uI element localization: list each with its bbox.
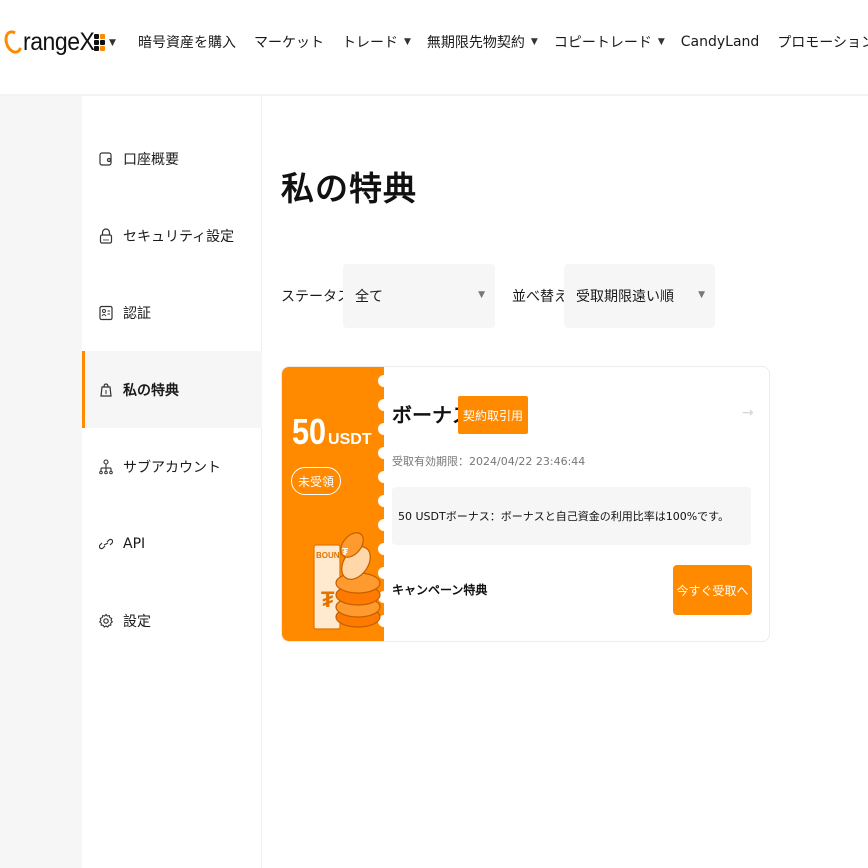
reward-description: 50 USDTボーナス：ボーナスと自己資金の利用比率は100%です。 (392, 487, 751, 545)
status-filter-select[interactable]: 全て ▼ (343, 264, 495, 328)
orangex-logo[interactable]: rangeX (1, 26, 101, 58)
left-gutter (0, 96, 82, 868)
reward-card: 50 USDT 未受領 BOUN ₮ ₮ ボーナス 契約取引用 → 受取有効期限… (281, 366, 770, 642)
reward-amount-unit: USDT (328, 431, 372, 448)
page-title: 私の特典 (281, 169, 417, 208)
nav-item-promotion[interactable]: プロモーション▼ (777, 32, 868, 52)
logo-text: rangeX (23, 27, 95, 56)
caret-down-icon: ▼ (530, 37, 538, 47)
reward-expiry: 受取有効期限：2024/04/22 23:46:44 (392, 455, 586, 468)
nav-item-candyland[interactable]: CandyLand (681, 34, 760, 50)
reward-amount-value: 50 (292, 411, 327, 452)
sub-account-icon (98, 458, 114, 475)
nav-item-perpetual-futures[interactable]: 無期限先物契約 ▼ (427, 32, 538, 52)
top-nav: rangeX ▼ 暗号資産を購入 マーケット トレード ▼ 無期限先物契約 ▼ コピ… (0, 0, 868, 86)
sidebar-item-sub-account[interactable]: サブアカウント (82, 428, 262, 505)
logo-o-mark (1, 27, 26, 57)
apps-grid-icon (94, 34, 105, 52)
nav-item-buy-crypto[interactable]: 暗号資産を購入 (138, 32, 236, 52)
caret-down-icon: ▼ (109, 38, 116, 48)
contract-trade-tag: 契約取引用 (458, 396, 529, 434)
arrow-right-icon[interactable]: → (742, 405, 754, 421)
status-filter-value: 全て (355, 289, 383, 305)
sort-select[interactable]: 受取期限遠い順 ▼ (564, 264, 715, 328)
svg-text:₮: ₮ (342, 547, 348, 558)
sidebar-item-settings[interactable]: 設定 (82, 582, 262, 659)
apps-menu-button[interactable]: ▼ (94, 32, 124, 54)
coin-stack-illustration-icon: BOUN ₮ ₮ (312, 525, 382, 637)
sidebar-item-my-rewards[interactable]: 私の特典 (82, 351, 262, 428)
wallet-icon (98, 151, 114, 167)
caret-down-icon: ▼ (478, 290, 485, 300)
caret-down-icon: ▼ (404, 37, 411, 47)
status-filter-label: ステータス (281, 289, 351, 305)
nav-item-trade[interactable]: トレード ▼ (342, 32, 411, 52)
sort-value: 受取期限遠い順 (576, 289, 674, 305)
id-card-icon (98, 305, 114, 321)
svg-text:₮: ₮ (321, 587, 335, 612)
sidebar-item-account-overview[interactable]: 口座概要 (82, 120, 262, 197)
sidebar-item-api[interactable]: API (82, 505, 262, 582)
campaign-label: キャンペーン特典 (392, 583, 488, 597)
main-nav: 暗号資産を購入 マーケット トレード ▼ 無期限先物契約 ▼ コピートレード ▼ Ca… (138, 30, 868, 54)
status-badge: 未受領 (291, 467, 342, 495)
caret-down-icon: ▼ (657, 37, 665, 47)
nav-item-copy-trade[interactable]: コピートレード ▼ (554, 32, 665, 52)
claim-now-button[interactable]: 今すぐ受取へ (673, 565, 752, 615)
svg-text:BOUN: BOUN (316, 551, 340, 560)
reward-amount: 50 USDT (292, 411, 372, 453)
sidebar-item-verification[interactable]: 認証 (82, 274, 262, 351)
gift-icon (98, 382, 114, 398)
caret-down-icon: ▼ (698, 290, 705, 300)
lock-icon (98, 227, 114, 244)
account-sidebar: 口座概要 セキュリティ設定 認証 私の特典 サブアカウント API 設定 (82, 96, 262, 868)
sidebar-item-security[interactable]: セキュリティ設定 (82, 197, 262, 274)
sort-label: 並べ替え (512, 289, 568, 305)
nav-item-market[interactable]: マーケット (254, 32, 324, 52)
link-icon (98, 536, 114, 552)
gear-icon (98, 613, 114, 629)
reward-card-ticket: 50 USDT 未受領 BOUN ₮ ₮ (282, 367, 390, 641)
